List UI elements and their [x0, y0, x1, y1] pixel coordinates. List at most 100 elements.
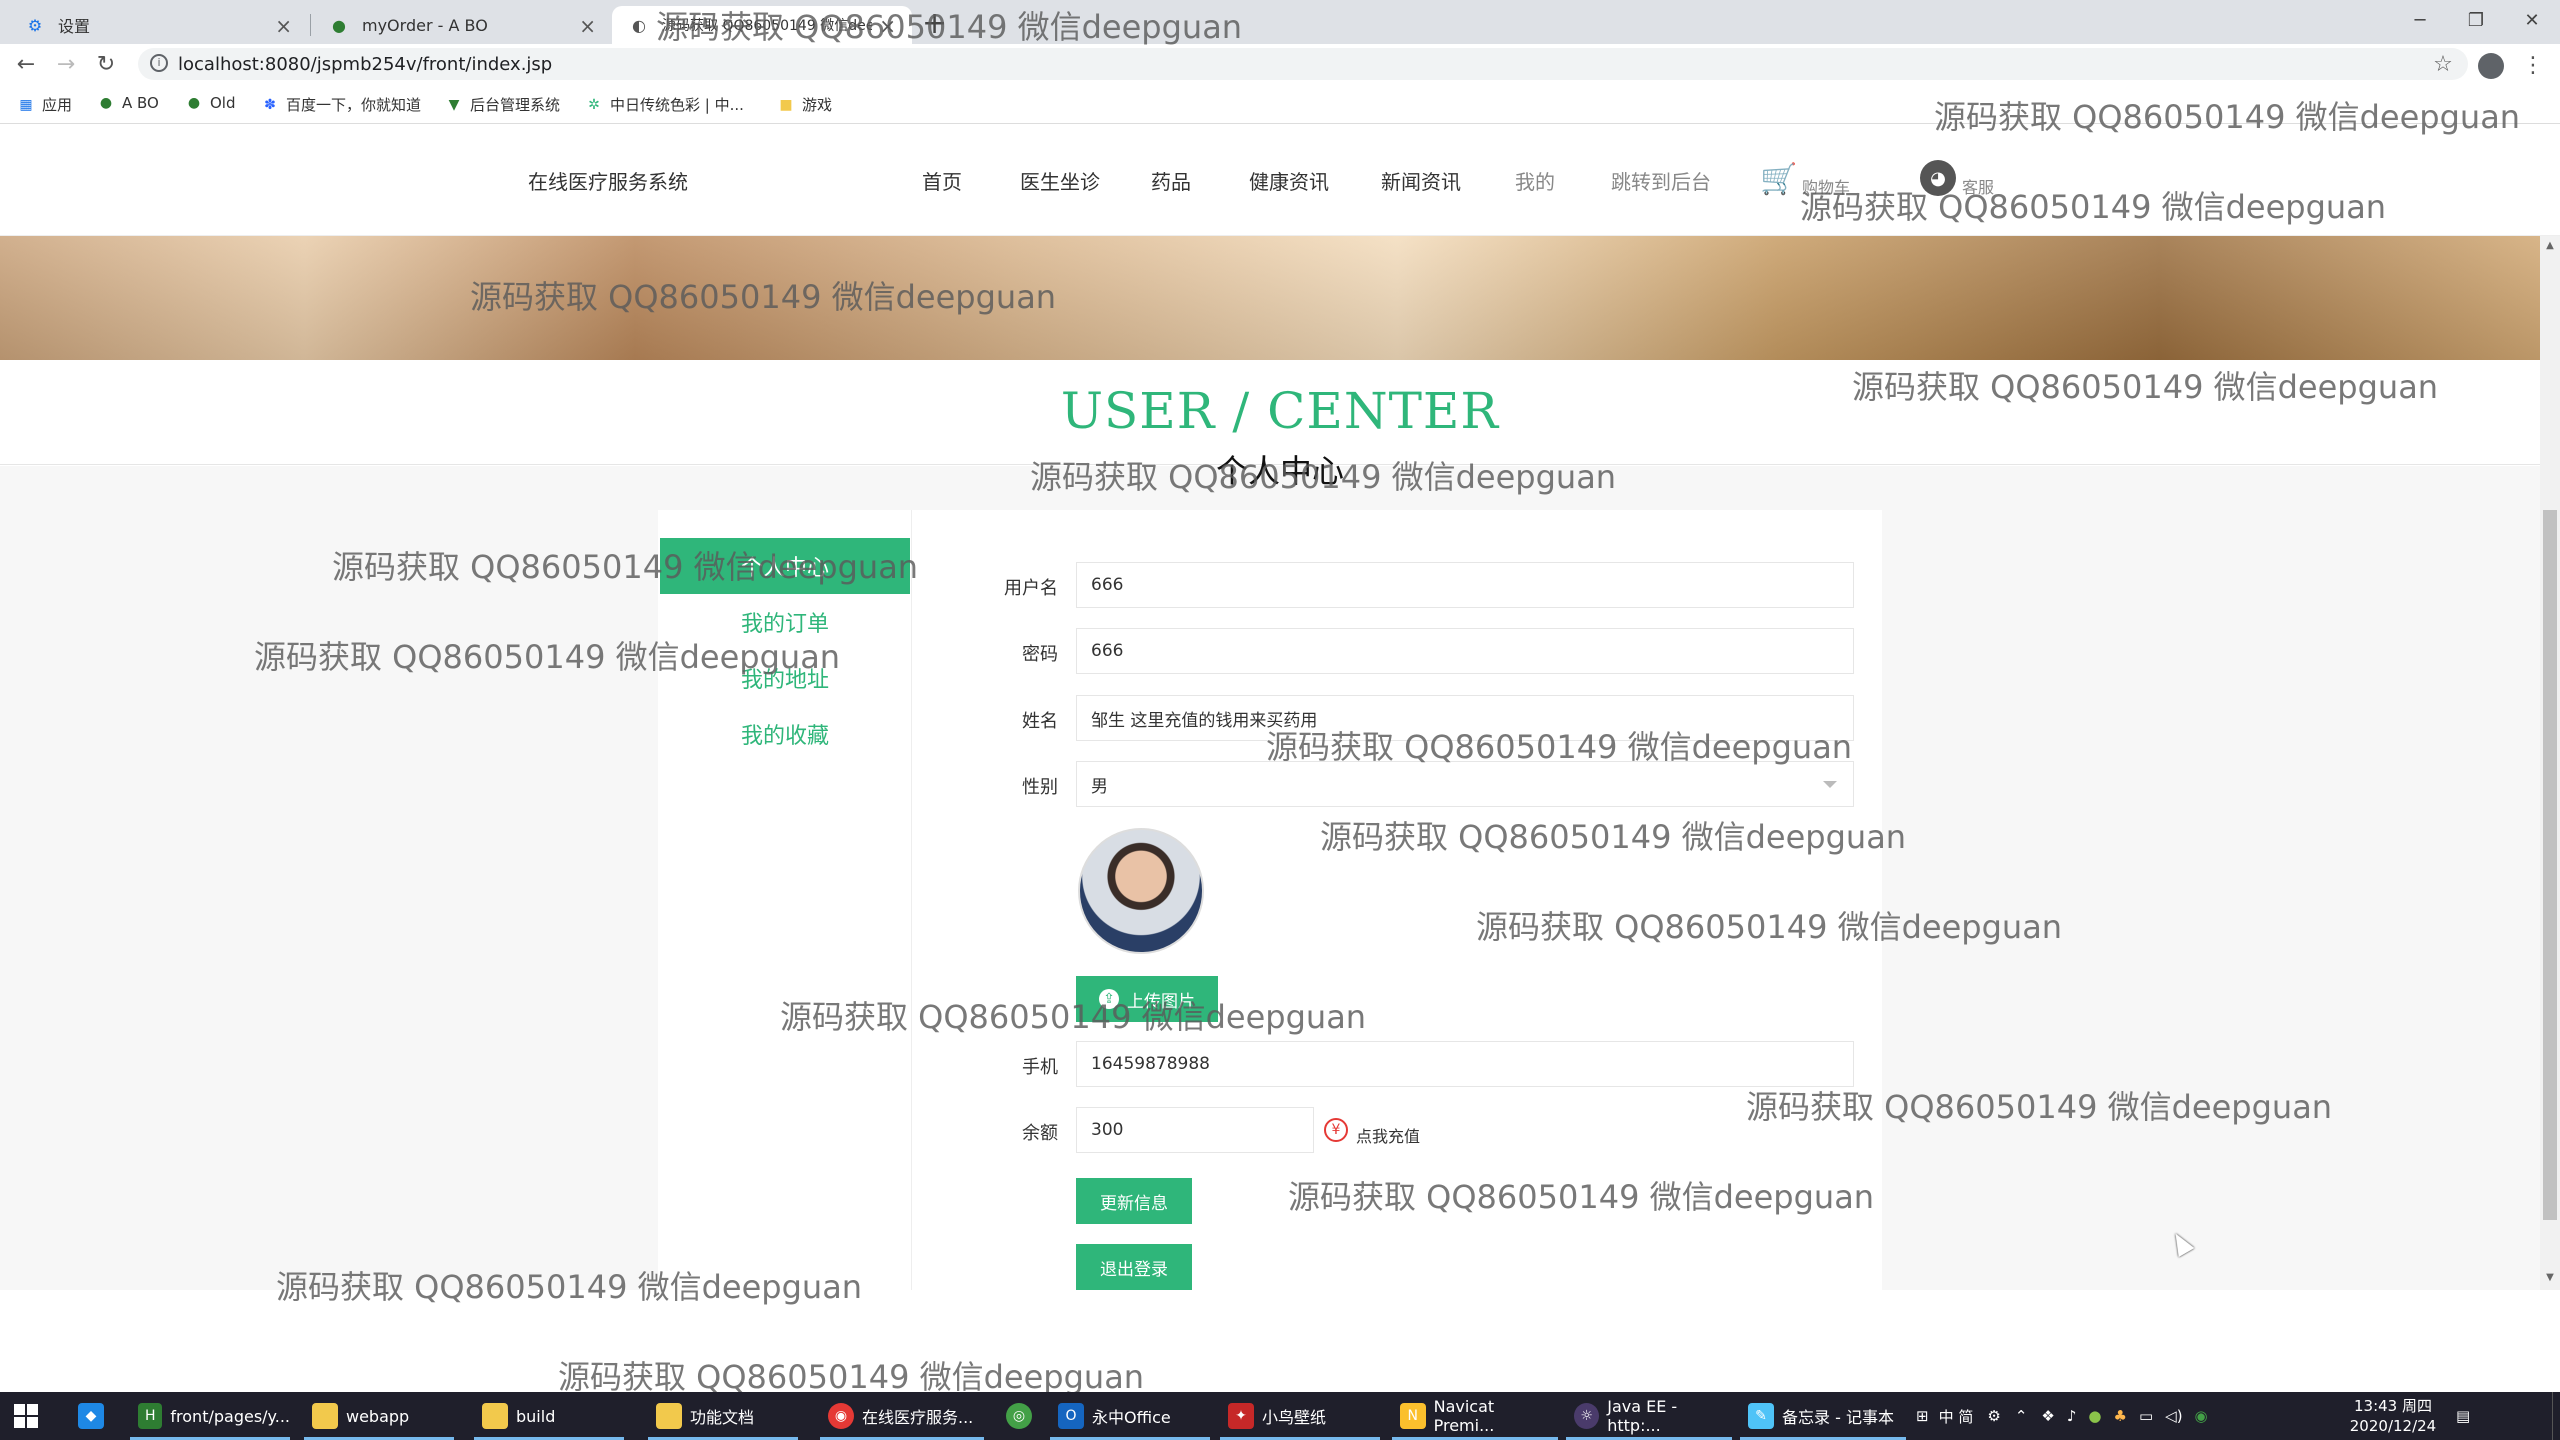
reload-icon[interactable]: ↻ — [92, 50, 120, 78]
microphone-icon[interactable]: ♪ — [2067, 1407, 2077, 1425]
nav-home[interactable]: 首页 — [922, 166, 962, 195]
gender-label: 性别 — [1022, 777, 1058, 798]
tab-divider — [310, 14, 311, 36]
scroll-down-icon[interactable]: ▼ — [2543, 1272, 2557, 1286]
watermark: 源码获取 QQ86050149 微信deepguan — [1800, 188, 2387, 226]
wechat-tray-icon[interactable]: ◉ — [2195, 1407, 2208, 1425]
office-icon: O — [1058, 1403, 1084, 1429]
bookmark-label: 后台管理系统 — [470, 96, 561, 114]
update-info-button[interactable]: 更新信息 — [1076, 1178, 1192, 1224]
recharge-link[interactable]: 点我充值 — [1356, 1123, 1420, 1147]
taskbar-label: Navicat Premi... — [1433, 1397, 1495, 1435]
taskbar-label: 永中Office — [1092, 1408, 1171, 1427]
minimize-icon[interactable]: ─ — [2392, 0, 2448, 40]
taskbar-label: build — [516, 1406, 556, 1426]
taskbar-item[interactable]: ◉ 在线医疗服务... — [820, 1392, 984, 1440]
back-icon[interactable]: ← — [12, 50, 40, 78]
folder-icon — [312, 1403, 338, 1429]
close-icon[interactable]: × — [275, 14, 292, 38]
taskbar-label: webapp — [346, 1406, 410, 1426]
menu-icon[interactable]: ⋮ — [2518, 50, 2548, 80]
cart-icon[interactable]: 🛒 — [1760, 162, 1797, 197]
bird-icon: ✦ — [1228, 1403, 1254, 1429]
taskbar-pinned-app[interactable]: ◎ — [998, 1392, 1042, 1440]
window-close-icon[interactable]: ✕ — [2504, 0, 2560, 40]
ime-status[interactable]: 中 简 — [1939, 1406, 1974, 1427]
scroll-up-icon[interactable]: ▲ — [2543, 240, 2557, 254]
sidebar-item-favorites[interactable]: 我的收藏 — [660, 718, 910, 750]
watermark: 源码获取 QQ86050149 微信deepguan — [780, 998, 1367, 1036]
taskbar-pinned-app[interactable]: ◆ — [70, 1392, 114, 1440]
taskbar-item[interactable]: ✎ 备忘录 - 记事本 — [1740, 1392, 1906, 1440]
bookmark-games[interactable]: ■ 游戏 — [778, 94, 832, 115]
bookmark-abo[interactable]: ● A BO — [98, 94, 159, 112]
info-icon[interactable]: i — [150, 54, 168, 72]
chevron-down-icon — [1823, 781, 1837, 788]
windows-start-icon[interactable] — [14, 1404, 38, 1428]
logout-button[interactable]: 退出登录 — [1076, 1244, 1192, 1290]
network-icon[interactable]: ▭ — [2139, 1407, 2153, 1425]
watermark: 源码获取 QQ86050149 微信deepguan — [470, 278, 1057, 316]
name-label: 姓名 — [1022, 711, 1058, 732]
leaf-icon: ● — [99, 95, 113, 111]
phone-field[interactable]: 16459878988 — [1076, 1041, 1854, 1087]
password-field[interactable]: 666 — [1076, 628, 1854, 674]
tab-myorder[interactable]: ● myOrder - A BO × — [312, 6, 612, 44]
forward-icon[interactable]: → — [52, 50, 80, 78]
taskbar-label: 备忘录 - 记事本 — [1782, 1408, 1894, 1427]
watermark: 源码获取 QQ86050149 微信deepguan — [1852, 368, 2439, 406]
settings-icon[interactable]: ⚙ — [1987, 1407, 2000, 1425]
profile-icon[interactable] — [2478, 53, 2504, 79]
tab-settings[interactable]: ⚙ 设置 × — [8, 6, 308, 44]
nav-health-info[interactable]: 健康资讯 — [1249, 166, 1329, 195]
taskbar-label: 功能文档 — [690, 1408, 755, 1427]
system-clock[interactable]: 13:43 周四 2020/12/24 — [2348, 1396, 2438, 1436]
username-field[interactable]: 666 — [1076, 562, 1854, 608]
close-icon[interactable]: × — [579, 14, 596, 38]
bookmark-apps[interactable]: ▦ 应用 — [18, 94, 72, 115]
input-method-icon[interactable]: ⊞ — [1916, 1407, 1929, 1425]
nav-medicine[interactable]: 药品 — [1151, 166, 1191, 195]
chrome-icon: ◉ — [828, 1403, 854, 1429]
tab-label: myOrder - A BO — [362, 15, 488, 35]
tray-app-icon[interactable]: ♣ — [2114, 1407, 2127, 1425]
folder-icon: ■ — [779, 96, 793, 113]
taskbar-item[interactable]: ✦ 小鸟壁纸 — [1220, 1392, 1380, 1440]
volume-icon[interactable]: ◁) — [2165, 1407, 2182, 1425]
yen-icon[interactable]: ¥ — [1324, 1118, 1348, 1142]
bookmark-label: 游戏 — [802, 96, 833, 114]
nav-doctors[interactable]: 医生坐诊 — [1020, 166, 1100, 195]
taskbar-item[interactable]: webapp — [304, 1392, 454, 1440]
bookmark-baidu[interactable]: ✽ 百度一下，你就知道 — [262, 94, 421, 115]
chevron-up-icon[interactable]: ⌃ — [2015, 1407, 2028, 1425]
taskbar-item[interactable]: 功能文档 — [648, 1392, 798, 1440]
bookmark-admin[interactable]: ▼ 后台管理系统 — [446, 94, 560, 115]
star-icon[interactable]: ☆ — [2428, 49, 2458, 79]
notification-icon[interactable]: ▤ — [2456, 1392, 2470, 1440]
taskbar-item[interactable]: H front/pages/y... — [130, 1392, 290, 1440]
nav-mine[interactable]: 我的 — [1515, 166, 1555, 195]
nav-admin[interactable]: 跳转到后台 — [1611, 166, 1711, 195]
watermark: 源码获取 QQ86050149 微信deepguan — [1266, 728, 1853, 766]
taskbar-item[interactable]: ☼ Java EE - http:... — [1566, 1392, 1732, 1440]
scrollbar-thumb[interactable] — [2543, 510, 2557, 1220]
gear-icon: ⚙ — [27, 15, 43, 35]
restore-icon[interactable]: ❐ — [2448, 0, 2504, 40]
site-title[interactable]: 在线医疗服务系统 — [528, 166, 688, 195]
taskbar-item[interactable]: N Navicat Premi... — [1392, 1392, 1558, 1440]
system-tray[interactable]: ⊞ 中 简 ⚙ ⌃ ❖ ♪ ● ♣ ▭ ◁) ◉ — [1916, 1392, 2208, 1440]
nav-news[interactable]: 新闻资讯 — [1381, 166, 1461, 195]
url-field[interactable]: i localhost:8080/jspmb254v/front/index.j… — [138, 48, 2468, 80]
balance-field[interactable]: 300 — [1076, 1107, 1314, 1153]
taskbar-item[interactable]: build — [474, 1392, 624, 1440]
tray-app-icon[interactable]: ❖ — [2041, 1407, 2054, 1425]
bookmark-label: 应用 — [42, 96, 73, 114]
bookmark-old[interactable]: ● Old — [186, 94, 236, 112]
leaf-icon: ● — [187, 95, 201, 111]
globe-icon: ◐ — [632, 15, 646, 35]
bookmark-colors[interactable]: ✲ 中日传统色彩 | 中... — [586, 94, 744, 115]
show-desktop-button[interactable] — [2552, 1392, 2560, 1440]
taskbar-item[interactable]: O 永中Office — [1050, 1392, 1210, 1440]
tray-app-icon[interactable]: ● — [2088, 1407, 2101, 1425]
hero-banner-image — [0, 236, 2540, 360]
